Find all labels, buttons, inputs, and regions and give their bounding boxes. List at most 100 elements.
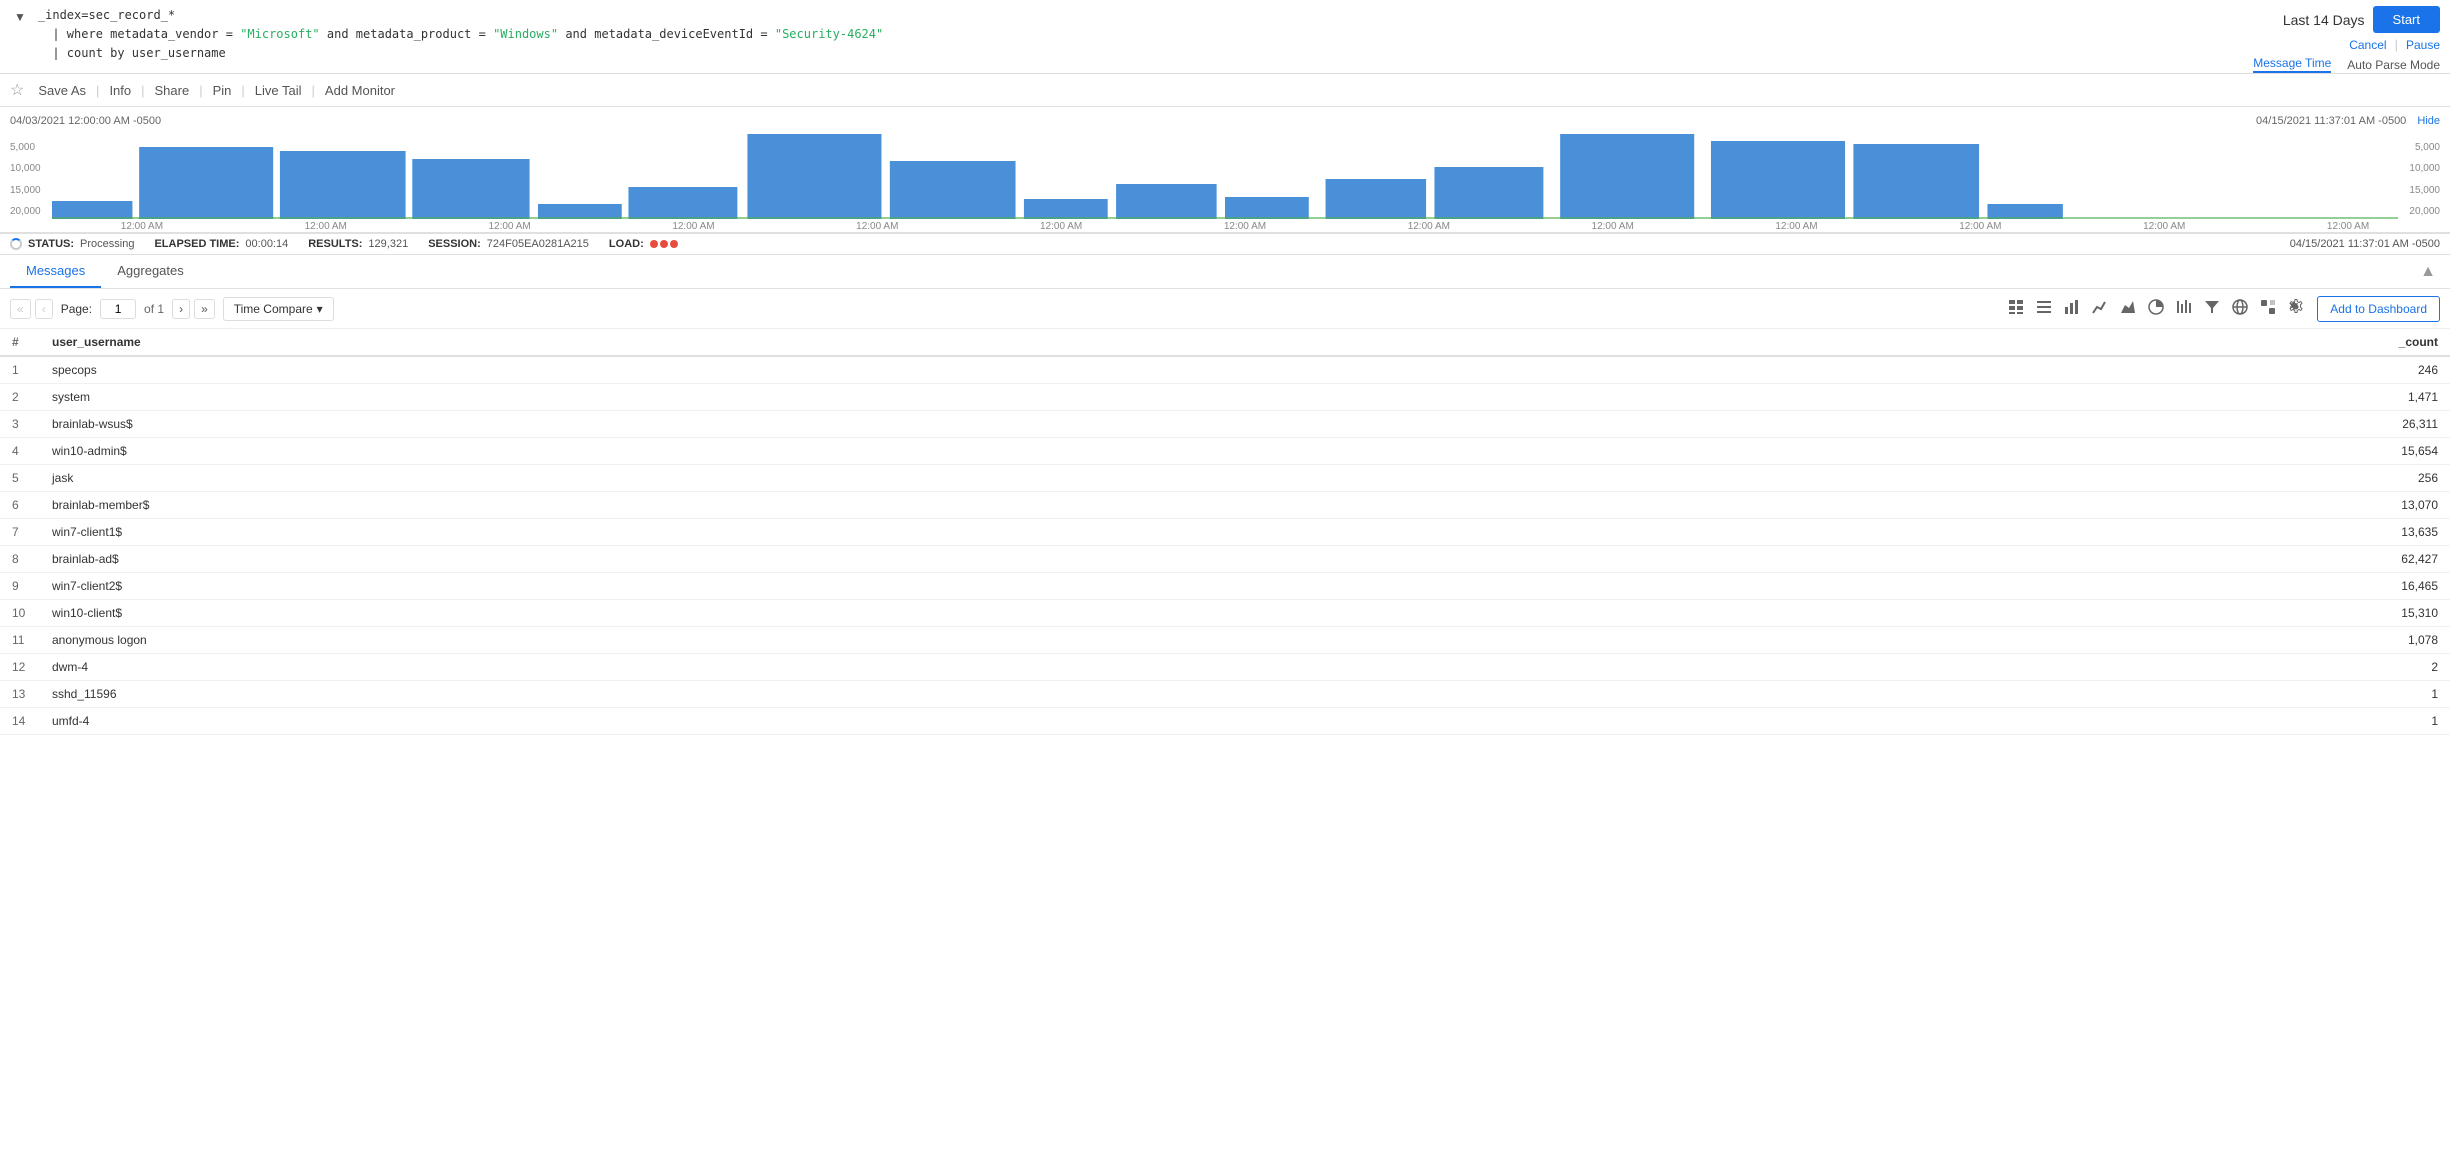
col-header-num[interactable]: # — [0, 329, 40, 356]
cell-count: 62,427 — [1624, 546, 2450, 573]
table-header-row: # user_username _count — [0, 329, 2450, 356]
query-line-3: | count by user_username — [38, 44, 2112, 63]
pie-chart-button[interactable] — [2143, 295, 2169, 322]
tab-messages[interactable]: Messages — [10, 255, 101, 288]
cell-count: 1 — [1624, 681, 2450, 708]
load-dot-3 — [670, 240, 678, 248]
cell-num: 8 — [0, 546, 40, 573]
start-button[interactable]: Start — [2373, 6, 2440, 33]
favorite-button[interactable]: ☆ — [10, 78, 30, 102]
cell-count: 1,471 — [1624, 384, 2450, 411]
info-button[interactable]: Info — [101, 79, 139, 102]
cell-username: win10-admin$ — [40, 438, 1624, 465]
cell-num: 14 — [0, 708, 40, 735]
table-row[interactable]: 11 anonymous logon 1,078 — [0, 627, 2450, 654]
line-chart-button[interactable] — [2087, 295, 2113, 322]
cell-username: umfd-4 — [40, 708, 1624, 735]
pivot-button[interactable] — [2255, 295, 2281, 322]
auto-parse-option[interactable]: Auto Parse Mode — [2347, 58, 2440, 72]
share-button[interactable]: Share — [147, 79, 198, 102]
controls-row: « ‹ Page: of 1 › » Time Compare ▾ — [0, 289, 2450, 329]
prev-page-button[interactable]: ‹ — [35, 299, 53, 319]
cell-num: 2 — [0, 384, 40, 411]
table-row[interactable]: 9 win7-client2$ 16,465 — [0, 573, 2450, 600]
results-tabs: Messages Aggregates ▲ — [0, 255, 2450, 289]
cell-username: anonymous logon — [40, 627, 1624, 654]
message-time-option[interactable]: Message Time — [2253, 56, 2331, 73]
first-page-button[interactable]: « — [10, 299, 31, 319]
table-row[interactable]: 10 win10-client$ 15,310 — [0, 600, 2450, 627]
area-chart-button[interactable] — [2115, 295, 2141, 322]
query-right-panel: Last 14 Days Start Cancel | Pause Messag… — [2120, 6, 2440, 73]
histogram-chart — [10, 129, 2440, 219]
pin-button[interactable]: Pin — [205, 79, 240, 102]
cell-username: win10-client$ — [40, 600, 1624, 627]
table-row[interactable]: 8 brainlab-ad$ 62,427 — [0, 546, 2450, 573]
cell-username: brainlab-member$ — [40, 492, 1624, 519]
table-view-button[interactable] — [2003, 295, 2029, 322]
time-range-label: Last 14 Days — [2283, 12, 2365, 28]
filter-button[interactable] — [2199, 295, 2225, 322]
query-line-1: _index=sec_record_* — [38, 6, 2112, 25]
config-chart-button[interactable] — [2171, 295, 2197, 322]
add-to-dashboard-button[interactable]: Add to Dashboard — [2317, 296, 2440, 322]
col-header-count[interactable]: _count — [1624, 329, 2450, 356]
cell-num: 11 — [0, 627, 40, 654]
table-row[interactable]: 7 win7-client1$ 13,635 — [0, 519, 2450, 546]
cell-num: 12 — [0, 654, 40, 681]
query-line-2: | where metadata_vendor = "Microsoft" an… — [38, 25, 2112, 44]
pause-button[interactable]: Pause — [2406, 38, 2440, 52]
cell-num: 5 — [0, 465, 40, 492]
table-scroll-area[interactable]: # user_username _count 1 specops 246 2 s… — [0, 329, 2450, 735]
last-page-button[interactable]: » — [194, 299, 215, 319]
cell-count: 1,078 — [1624, 627, 2450, 654]
bar-chart-button[interactable] — [2059, 295, 2085, 322]
toolbar: ☆ Save As | Info | Share | Pin | Live Ta… — [0, 74, 2450, 107]
save-as-button[interactable]: Save As — [30, 79, 94, 102]
chart-right-date: 04/15/2021 11:37:01 AM -0500 — [2256, 115, 2406, 127]
chart-left-date: 04/03/2021 12:00:00 AM -0500 — [10, 115, 161, 127]
cell-num: 9 — [0, 573, 40, 600]
table-row[interactable]: 13 sshd_11596 1 — [0, 681, 2450, 708]
cell-count: 15,654 — [1624, 438, 2450, 465]
cell-count: 13,635 — [1624, 519, 2450, 546]
table-row[interactable]: 6 brainlab-member$ 13,070 — [0, 492, 2450, 519]
table-row[interactable]: 12 dwm-4 2 — [0, 654, 2450, 681]
collapse-results-button[interactable]: ▲ — [2416, 259, 2440, 285]
settings-button[interactable] — [2283, 295, 2309, 322]
cell-num: 13 — [0, 681, 40, 708]
chart-time-labels: 12:00 AM 12:00 AM 12:00 AM 12:00 AM 12:0… — [10, 221, 2440, 232]
cell-username: dwm-4 — [40, 654, 1624, 681]
col-header-username[interactable]: user_username — [40, 329, 1624, 356]
cancel-button[interactable]: Cancel — [2349, 38, 2386, 52]
query-expand-button[interactable]: ▼ — [10, 8, 30, 26]
table-row[interactable]: 5 jask 256 — [0, 465, 2450, 492]
hide-chart-button[interactable]: Hide — [2417, 115, 2440, 127]
time-compare-button[interactable]: Time Compare ▾ — [223, 297, 334, 321]
cell-num: 4 — [0, 438, 40, 465]
table-row[interactable]: 14 umfd-4 1 — [0, 708, 2450, 735]
status-left: STATUS: Processing ELAPSED TIME: 00:00:1… — [10, 238, 678, 250]
load-dots — [650, 240, 678, 248]
cell-count: 16,465 — [1624, 573, 2450, 600]
table-row[interactable]: 2 system 1,471 — [0, 384, 2450, 411]
list-view-button[interactable] — [2031, 295, 2057, 322]
y-axis-labels: 20,000 15,000 10,000 5,000 — [10, 129, 50, 219]
load-dot-2 — [660, 240, 668, 248]
page-number-input[interactable] — [100, 299, 136, 319]
chart-date-range: 04/03/2021 12:00:00 AM -0500 04/15/2021 … — [10, 115, 2440, 127]
table-row[interactable]: 1 specops 246 — [0, 356, 2450, 384]
cell-num: 1 — [0, 356, 40, 384]
next-page-button[interactable]: › — [172, 299, 190, 319]
table-row[interactable]: 4 win10-admin$ 15,654 — [0, 438, 2450, 465]
cell-username: system — [40, 384, 1624, 411]
cell-count: 256 — [1624, 465, 2450, 492]
map-button[interactable] — [2227, 295, 2253, 322]
status-bar: STATUS: Processing ELAPSED TIME: 00:00:1… — [0, 233, 2450, 255]
live-tail-button[interactable]: Live Tail — [247, 79, 310, 102]
chart-wrapper: 20,000 15,000 10,000 5,000 — [10, 129, 2440, 219]
table-row[interactable]: 3 brainlab-wsus$ 26,311 — [0, 411, 2450, 438]
cell-count: 2 — [1624, 654, 2450, 681]
tab-aggregates[interactable]: Aggregates — [101, 255, 200, 288]
add-monitor-button[interactable]: Add Monitor — [317, 79, 403, 102]
